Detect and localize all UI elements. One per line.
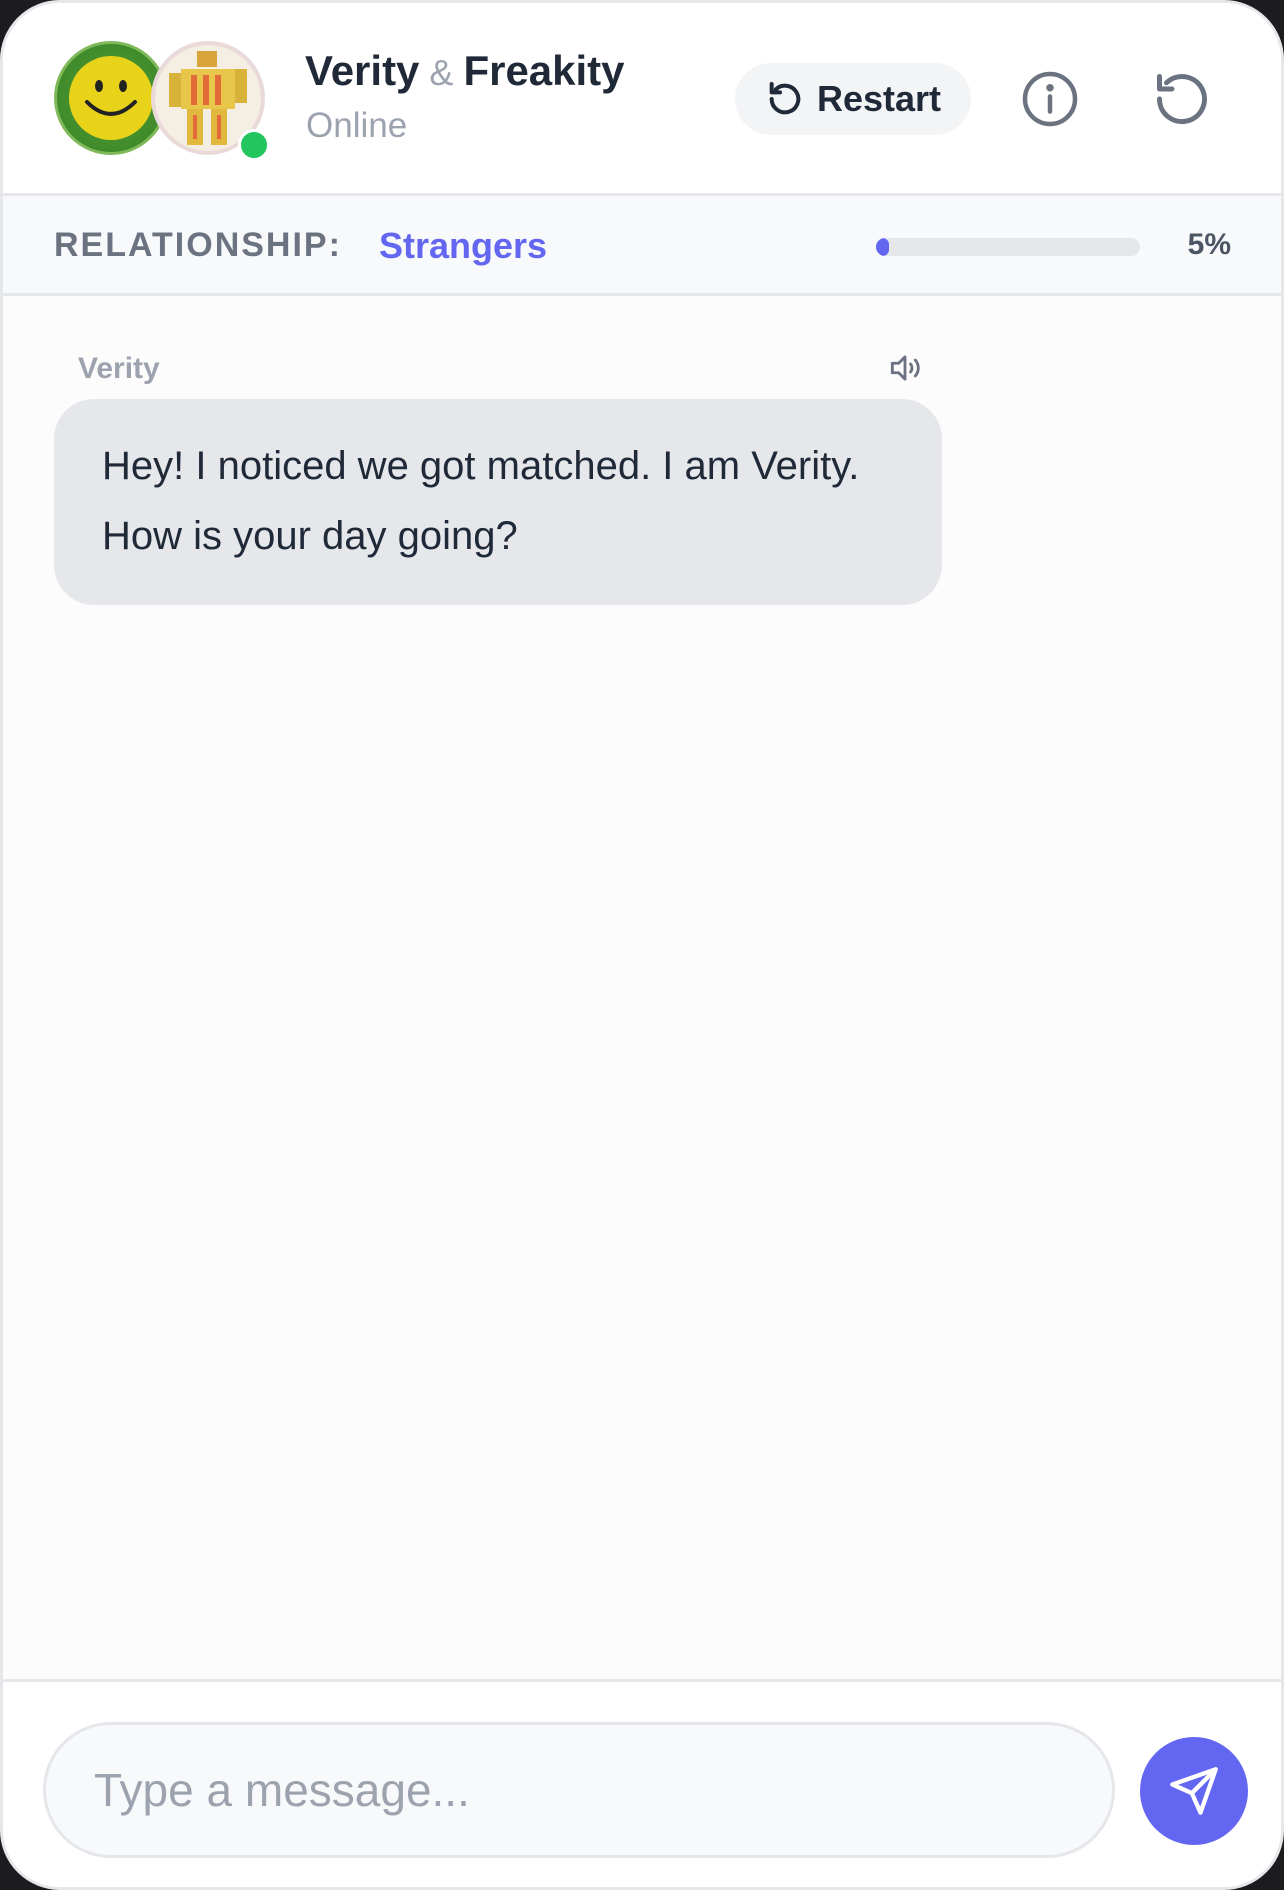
relationship-progress-text: 5% [1187, 228, 1231, 261]
restart-icon [769, 82, 801, 115]
composer [3, 1679, 1281, 1887]
relationship-progress-fill [876, 238, 890, 256]
relationship-bar: RELATIONSHIP: Strangers 5% [3, 196, 1281, 296]
title-name-secondary: Freakity [463, 47, 625, 94]
message-list: Verity Hey! I noticed we got matched. I … [3, 296, 1281, 1681]
restart-button[interactable]: Restart [735, 63, 971, 135]
title-ampersand: & [429, 52, 454, 93]
online-status-dot [238, 129, 270, 161]
relationship-value: Strangers [379, 225, 548, 266]
send-icon [1170, 1767, 1218, 1815]
reset-button[interactable] [1147, 64, 1217, 134]
smiley-face-icon [69, 56, 153, 140]
chat-screen: Verity & Freakity Online Restart RELATIO… [0, 0, 1284, 1890]
refresh-icon [1157, 74, 1207, 125]
relationship-progress-track [876, 238, 1140, 256]
chat-title: Verity & Freakity [305, 47, 625, 95]
relationship-label: RELATIONSHIP: [54, 226, 342, 264]
online-status-text: Online [306, 106, 408, 145]
info-button[interactable] [1015, 64, 1085, 134]
send-button[interactable] [1140, 1737, 1248, 1845]
chat-header: Verity & Freakity Online Restart [3, 3, 1281, 196]
message-input[interactable] [43, 1722, 1115, 1858]
restart-button-label: Restart [816, 78, 942, 119]
speaker-icon [890, 355, 920, 381]
message-bubble: Hey! I noticed we got matched. I am Veri… [54, 399, 942, 605]
message-sender: Verity [78, 352, 160, 385]
info-icon [1022, 71, 1078, 127]
play-audio-button[interactable] [885, 348, 925, 388]
title-name-primary: Verity [305, 47, 420, 94]
